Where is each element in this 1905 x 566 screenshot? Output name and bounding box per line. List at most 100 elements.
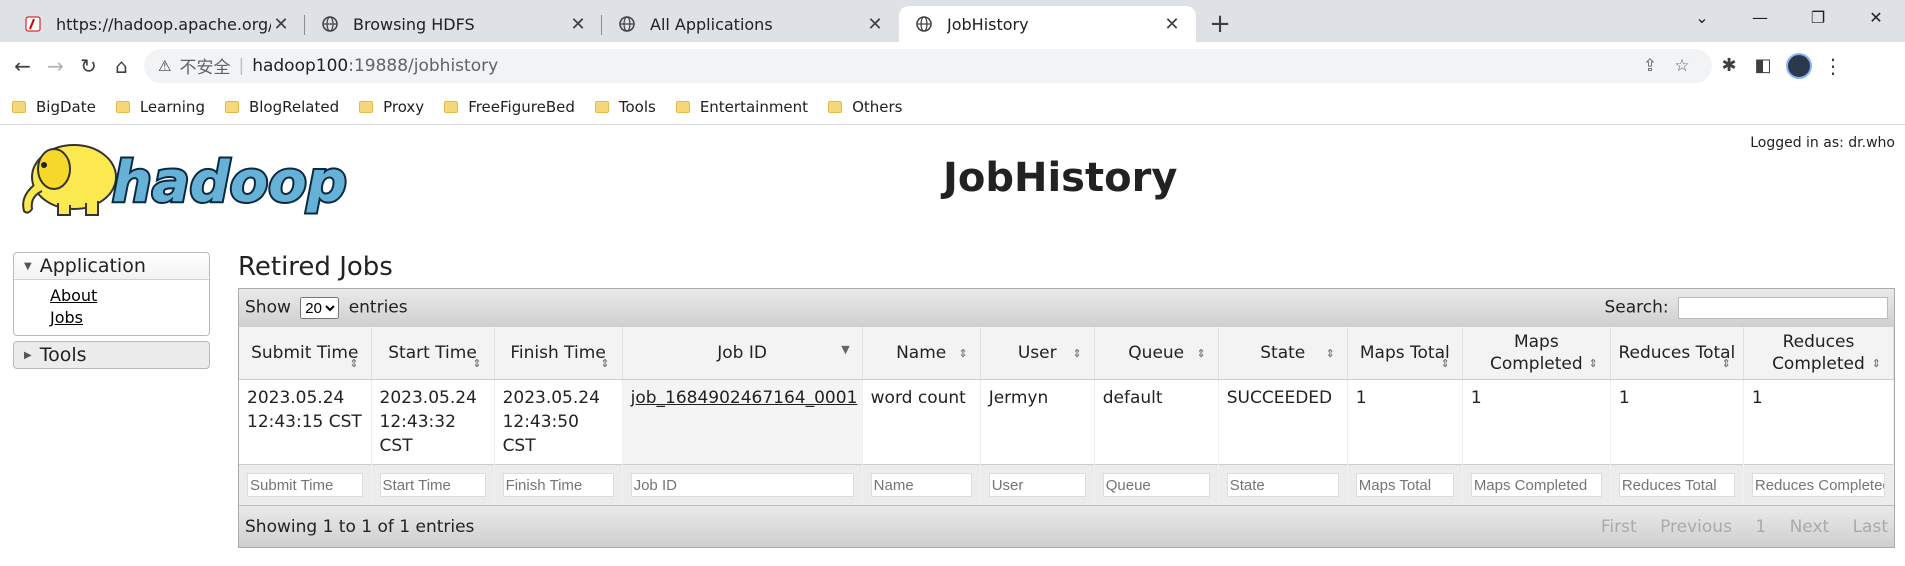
reload-button[interactable]: ↻	[72, 49, 105, 82]
nav-link-about[interactable]: About	[50, 285, 209, 307]
minimize-icon[interactable]: —	[1731, 0, 1789, 36]
bookmark-folder[interactable]: BigDate	[12, 98, 96, 116]
column-header-queue[interactable]: Queue ⇕	[1094, 327, 1219, 380]
tab-search-icon[interactable]: ⌄	[1673, 0, 1731, 36]
column-header-maps-completed[interactable]: Maps Completed ⇕	[1462, 327, 1611, 380]
sort-icon: ⇕	[1721, 356, 1731, 370]
bookmark-folder[interactable]: Learning	[115, 98, 205, 116]
bookmark-folder[interactable]: Others	[828, 98, 902, 116]
browser-toolbar: ← → ↻ ⌂ ⚠ 不安全 | hadoop100:19888/jobhisto…	[0, 42, 1905, 89]
column-header-reduces-completed[interactable]: Reduces Completed ⇕	[1743, 327, 1895, 380]
filter-reduces-completed[interactable]	[1751, 473, 1885, 497]
filter-maps-completed[interactable]	[1470, 473, 1602, 497]
column-filter-row	[239, 463, 1895, 505]
tab-hadoop-docs[interactable]: https://hadoop.apache.org/do ✕	[8, 6, 305, 42]
bookmark-folder[interactable]: Proxy	[359, 98, 424, 116]
column-header-name[interactable]: Name ⇕	[862, 327, 981, 380]
column-header-state[interactable]: State ⇕	[1218, 327, 1348, 380]
nav-application-header[interactable]: ▼ Application	[14, 253, 209, 279]
close-tab-icon[interactable]: ✕	[865, 14, 885, 35]
column-header-job-id[interactable]: Job ID ▼	[622, 327, 863, 380]
url-text[interactable]: hadoop100:19888/jobhistory	[252, 56, 1634, 76]
browser-tab-strip: https://hadoop.apache.org/do ✕ Browsing …	[0, 0, 1905, 42]
bookmark-folder[interactable]: Tools	[594, 98, 656, 116]
close-tab-icon[interactable]: ✕	[271, 14, 291, 35]
jobs-table: Submit Time ⇕ Start Time ⇕ Finish Time ⇕ Jo…	[239, 327, 1895, 505]
bookmark-folder[interactable]: FreeFigureBed	[444, 98, 575, 116]
table-controls: Show 20 entries Search:	[239, 289, 1894, 327]
section-title: Retired Jobs	[238, 252, 393, 282]
bookmark-label: BigDate	[36, 97, 96, 116]
close-tab-icon[interactable]: ✕	[1162, 14, 1182, 35]
pager-last[interactable]: Last	[1853, 517, 1888, 537]
back-button[interactable]: ←	[6, 49, 39, 82]
svg-text:hadoop: hadoop	[112, 150, 347, 215]
profile-avatar[interactable]	[1786, 52, 1812, 79]
page-title: JobHistory	[943, 155, 1178, 201]
search-input[interactable]	[1678, 297, 1888, 319]
filter-reduces-total[interactable]	[1618, 473, 1735, 497]
warning-icon[interactable]: ⚠	[158, 57, 171, 75]
tab-title: Browsing HDFS	[353, 14, 475, 34]
tab-jobhistory[interactable]: JobHistory ✕	[899, 6, 1196, 42]
filter-start-time[interactable]	[379, 473, 486, 497]
close-window-icon[interactable]: ✕	[1847, 0, 1905, 36]
hadoop-logo[interactable]: hadoop	[14, 135, 390, 221]
restore-icon[interactable]: ❐	[1789, 0, 1847, 36]
cell-maps-total: 1	[1347, 379, 1463, 464]
column-header-maps-total[interactable]: Maps Total ⇕	[1347, 327, 1463, 380]
pager-first[interactable]: First	[1601, 517, 1637, 537]
page-size-select[interactable]: 20	[300, 297, 340, 319]
sort-icon: ⇕	[1196, 346, 1206, 360]
filter-submit-time[interactable]	[247, 473, 363, 497]
forward-button[interactable]: →	[39, 49, 72, 82]
pager-next[interactable]: Next	[1790, 517, 1830, 537]
home-button[interactable]: ⌂	[105, 49, 138, 82]
column-header-finish-time[interactable]: Finish Time ⇕	[494, 327, 623, 380]
sort-icon: ⇕	[472, 356, 482, 370]
nav-link-jobs[interactable]: Jobs	[50, 307, 209, 329]
bookmark-star-icon[interactable]: ☆	[1666, 56, 1698, 76]
bookmarks-bar: BigDate Learning BlogRelated Proxy FreeF…	[0, 89, 1905, 125]
folder-icon	[359, 100, 374, 113]
column-header-reduces-total[interactable]: Reduces Total ⇕	[1610, 327, 1744, 380]
filter-name[interactable]	[870, 473, 972, 497]
nav-section-application: ▼ Application About Jobs	[13, 252, 210, 336]
address-bar[interactable]: ⚠ 不安全 | hadoop100:19888/jobhistory ⇪ ☆	[144, 48, 1712, 83]
cell-name: word count	[862, 379, 981, 464]
bookmark-label: Others	[852, 97, 903, 116]
tab-browsing-hdfs[interactable]: Browsing HDFS ✕	[305, 6, 602, 42]
filter-state[interactable]	[1226, 473, 1339, 497]
pager-previous[interactable]: Previous	[1660, 517, 1732, 537]
globe-icon	[321, 15, 339, 33]
menu-icon[interactable]: ⋮	[1818, 54, 1848, 78]
filter-maps-total[interactable]	[1355, 473, 1454, 497]
tab-all-applications[interactable]: All Applications ✕	[602, 6, 899, 42]
pager-page-1[interactable]: 1	[1755, 517, 1766, 537]
close-tab-icon[interactable]: ✕	[568, 14, 588, 35]
column-header-submit-time[interactable]: Submit Time ⇕	[239, 327, 372, 380]
extensions-icon[interactable]: ✱	[1712, 49, 1746, 82]
entries-label: entries	[348, 297, 408, 318]
new-tab-button[interactable]: +	[1202, 6, 1238, 42]
column-header-user[interactable]: User ⇕	[980, 327, 1095, 380]
job-id-link[interactable]: job_1684902467164_0001	[631, 388, 858, 408]
pagination: First Previous 1 Next Last	[1583, 517, 1888, 537]
side-panel-icon[interactable]: ◧	[1746, 49, 1780, 82]
filter-finish-time[interactable]	[502, 473, 614, 497]
globe-icon	[618, 15, 636, 33]
share-icon[interactable]: ⇪	[1634, 56, 1666, 76]
cell-finish-time: 2023.05.24 12:43:50 CST	[494, 379, 623, 464]
column-header-start-time[interactable]: Start Time ⇕	[371, 327, 495, 380]
sort-icon: ⇕	[600, 356, 610, 370]
show-label: Show	[245, 297, 291, 318]
bookmark-folder[interactable]: BlogRelated	[224, 98, 339, 116]
filter-job-id[interactable]	[630, 473, 854, 497]
nav-tools-header[interactable]: ▶ Tools	[14, 342, 209, 368]
nav-tools-label: Tools	[39, 344, 87, 366]
bookmark-folder[interactable]: Entertainment	[675, 98, 808, 116]
filter-queue[interactable]	[1102, 473, 1210, 497]
cell-maps-completed: 1	[1462, 379, 1611, 464]
filter-user[interactable]	[988, 473, 1086, 497]
url-host: hadoop100	[252, 55, 349, 76]
